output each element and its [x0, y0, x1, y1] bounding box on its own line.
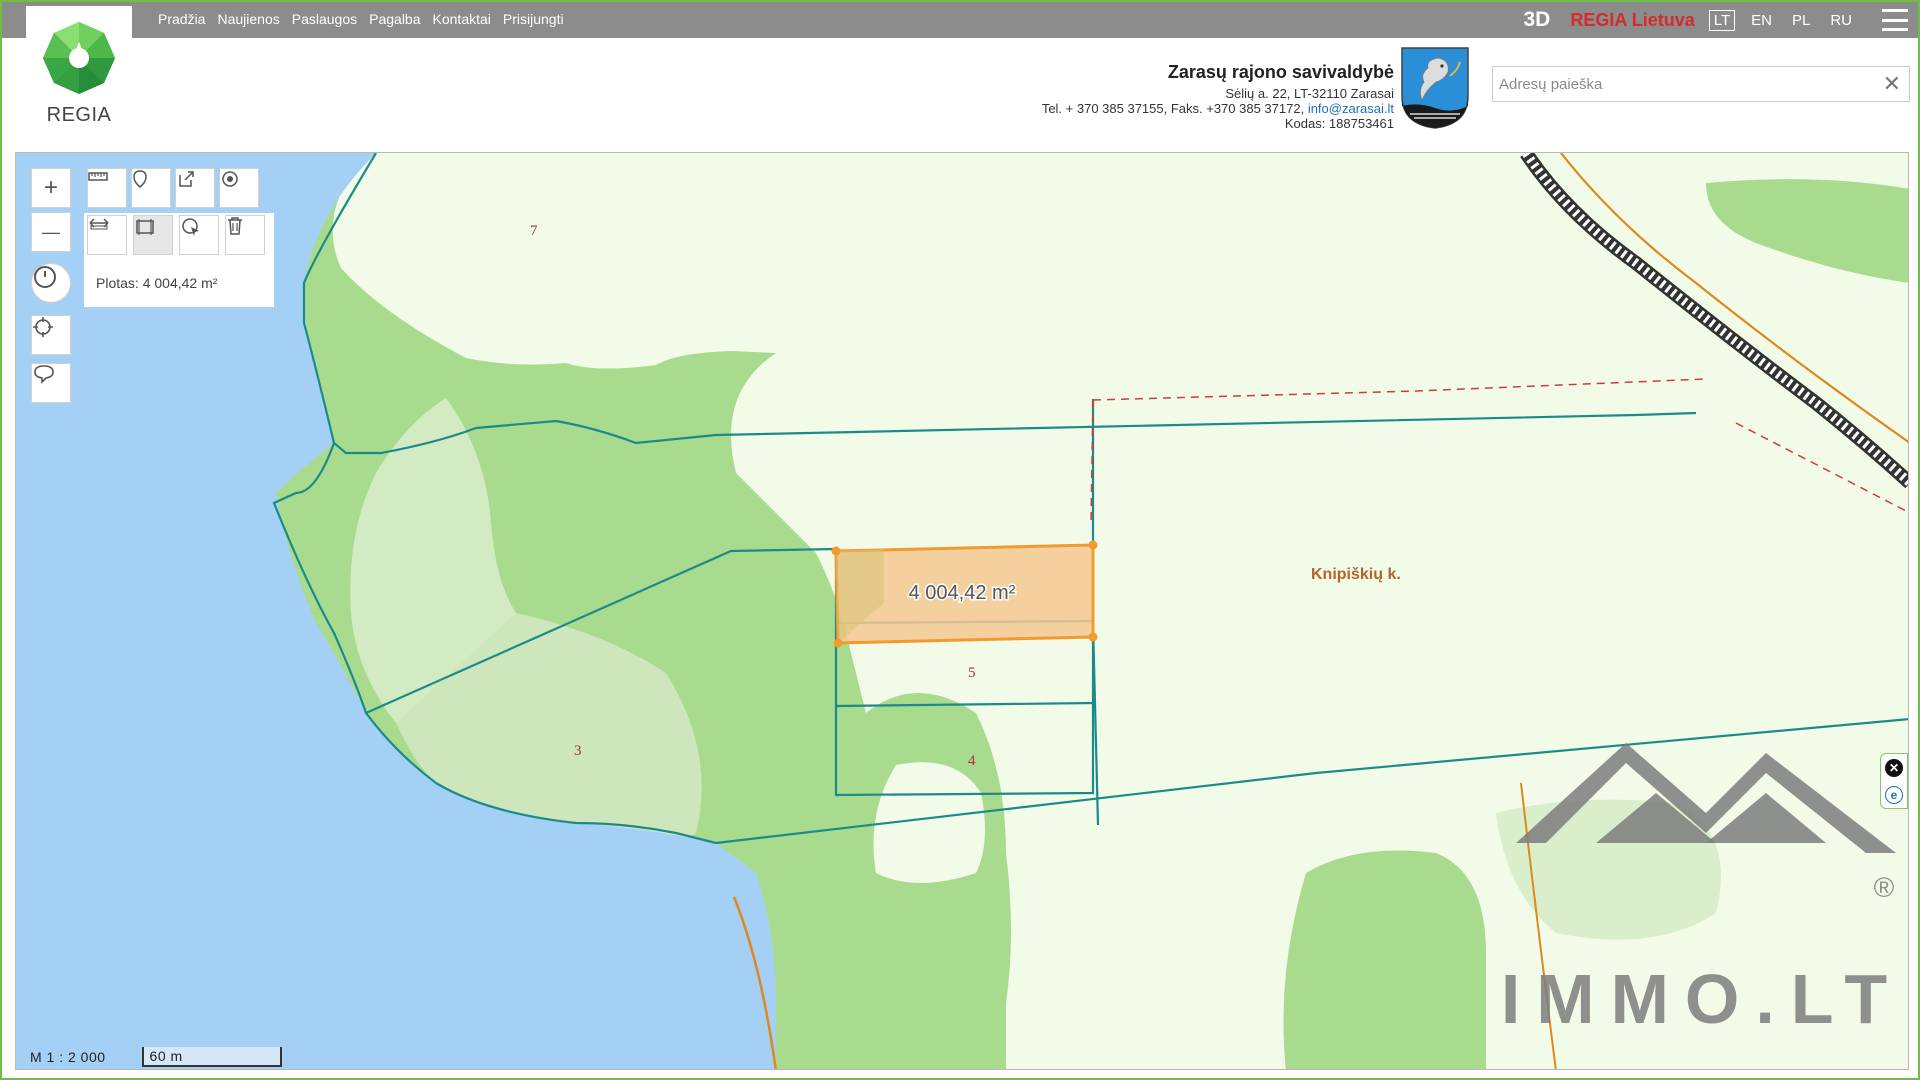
- target-icon: [222, 171, 238, 187]
- top-right-controls: 3D REGIA Lietuva LT EN PL RU: [1524, 6, 1908, 34]
- hamburger-menu-icon[interactable]: [1882, 9, 1908, 31]
- share-button[interactable]: [175, 168, 215, 208]
- vertex-handle[interactable]: [1088, 632, 1098, 642]
- measure-button[interactable]: [87, 168, 127, 208]
- municipality-contact: Tel. + 370 385 37155, Faks. +370 385 371…: [1042, 101, 1394, 116]
- history-button[interactable]: [31, 263, 71, 303]
- marker-button[interactable]: [131, 168, 171, 208]
- main-nav: Pradžia Naujienos Paslaugos Pagalba Kont…: [158, 11, 564, 27]
- area-readout: Plotas: 4 004,42 m²: [96, 275, 218, 291]
- zoom-out-label: —: [42, 221, 60, 242]
- top-nav-bar: Pradžia Naujienos Paslaugos Pagalba Kont…: [2, 2, 1918, 38]
- zoom-out-button[interactable]: —: [31, 212, 71, 252]
- measurement-label: 4 004,42 m²: [909, 582, 1016, 604]
- watermark-text: IMMO.LT: [1501, 960, 1903, 1038]
- measure-tool-panel: [84, 168, 274, 307]
- nav-news[interactable]: Naujienos: [217, 11, 279, 27]
- logo-text: REGIA: [46, 104, 112, 126]
- address-search-input[interactable]: [1493, 67, 1873, 101]
- vertex-handle[interactable]: [833, 638, 843, 648]
- regia-logo[interactable]: REGIA: [26, 6, 132, 130]
- nav-contacts[interactable]: Kontaktai: [433, 11, 491, 27]
- nav-help[interactable]: Pagalba: [369, 11, 420, 27]
- municipality-info: Zarasų rajono savivaldybė Sėlių a. 22, L…: [1042, 60, 1394, 131]
- vertex-handle[interactable]: [1088, 540, 1098, 550]
- municipality-name: Zarasų rajono savivaldybė: [1167, 62, 1394, 82]
- municipality-email-link[interactable]: info@zarasai.lt: [1308, 101, 1394, 116]
- lang-pl[interactable]: PL: [1788, 11, 1814, 30]
- zoom-in-label: +: [43, 174, 58, 201]
- nav-home[interactable]: Pradžia: [158, 11, 205, 27]
- map-canvas[interactable]: 4 004,42 m² 7 3 5 4 Knipiškių k. IMMO.LT…: [16, 153, 1909, 1070]
- nav-services[interactable]: Paslaugos: [292, 11, 357, 27]
- vertex-handle[interactable]: [831, 546, 841, 556]
- close-icon[interactable]: ✕: [1883, 71, 1901, 97]
- address-search: ✕: [1492, 66, 1910, 102]
- layers-button[interactable]: [31, 363, 71, 403]
- parcel-label-3: 3: [574, 743, 582, 759]
- municipality-address: Sėlių a. 22, LT-32110 Zarasai: [1225, 86, 1394, 101]
- share-icon: [179, 171, 194, 187]
- municipality-code: Kodas: 188753461: [1284, 116, 1394, 131]
- map-scale: M 1 : 2 000 60 m: [30, 1047, 282, 1067]
- measure-area-button[interactable]: [133, 215, 173, 255]
- parcel-label-4: 4: [968, 753, 976, 769]
- watermark-registered-mark: ®: [1874, 872, 1895, 903]
- distance-icon: [89, 218, 109, 230]
- municipality-phone: Tel. + 370 385 37155, Faks. +370 385 371…: [1041, 101, 1305, 116]
- ruler-icon: [88, 172, 108, 181]
- lang-en[interactable]: EN: [1747, 11, 1776, 30]
- locate-button[interactable]: [31, 315, 71, 355]
- nav-login[interactable]: Prisijungti: [503, 11, 564, 27]
- parcel-label-7: 7: [530, 223, 538, 239]
- lang-lt[interactable]: LT: [1708, 9, 1736, 31]
- select-measure-button[interactable]: [179, 215, 219, 255]
- area-icon: [136, 219, 154, 235]
- parcel-label-5: 5: [968, 665, 976, 681]
- forest-area: [1283, 850, 1486, 1069]
- lang-ru[interactable]: RU: [1826, 11, 1856, 30]
- crosshair-icon: [33, 317, 53, 337]
- scale-bar: 60 m: [141, 1047, 282, 1067]
- trash-icon: [228, 217, 242, 235]
- map-pin-icon: [133, 170, 147, 188]
- target-button[interactable]: [219, 168, 259, 208]
- clock-icon: [34, 266, 56, 288]
- scale-ratio: M 1 : 2 000: [30, 1049, 106, 1065]
- zoom-in-button[interactable]: +: [31, 168, 71, 208]
- speech-bubble-icon: [34, 365, 54, 384]
- coat-of-arms-icon: [1401, 47, 1469, 129]
- measure-distance-button[interactable]: [87, 215, 127, 255]
- regia-lietuva-link[interactable]: REGIA Lietuva: [1570, 10, 1694, 31]
- side-tabs: ✕ e: [1880, 753, 1908, 809]
- app-window: Pradžia Naujienos Paslaugos Pagalba Kont…: [0, 0, 1920, 1080]
- e-service-icon[interactable]: e: [1885, 785, 1903, 804]
- delete-measure-button[interactable]: [225, 215, 265, 255]
- close-circle-icon[interactable]: ✕: [1885, 758, 1903, 777]
- cursor-icon: [182, 218, 199, 236]
- regia-logo-icon: [43, 22, 115, 94]
- 3d-button[interactable]: 3D: [1524, 8, 1551, 32]
- village-label: Knipiškių k.: [1311, 566, 1401, 583]
- map-viewport[interactable]: 4 004,42 m² 7 3 5 4 Knipiškių k. IMMO.LT…: [15, 152, 1909, 1070]
